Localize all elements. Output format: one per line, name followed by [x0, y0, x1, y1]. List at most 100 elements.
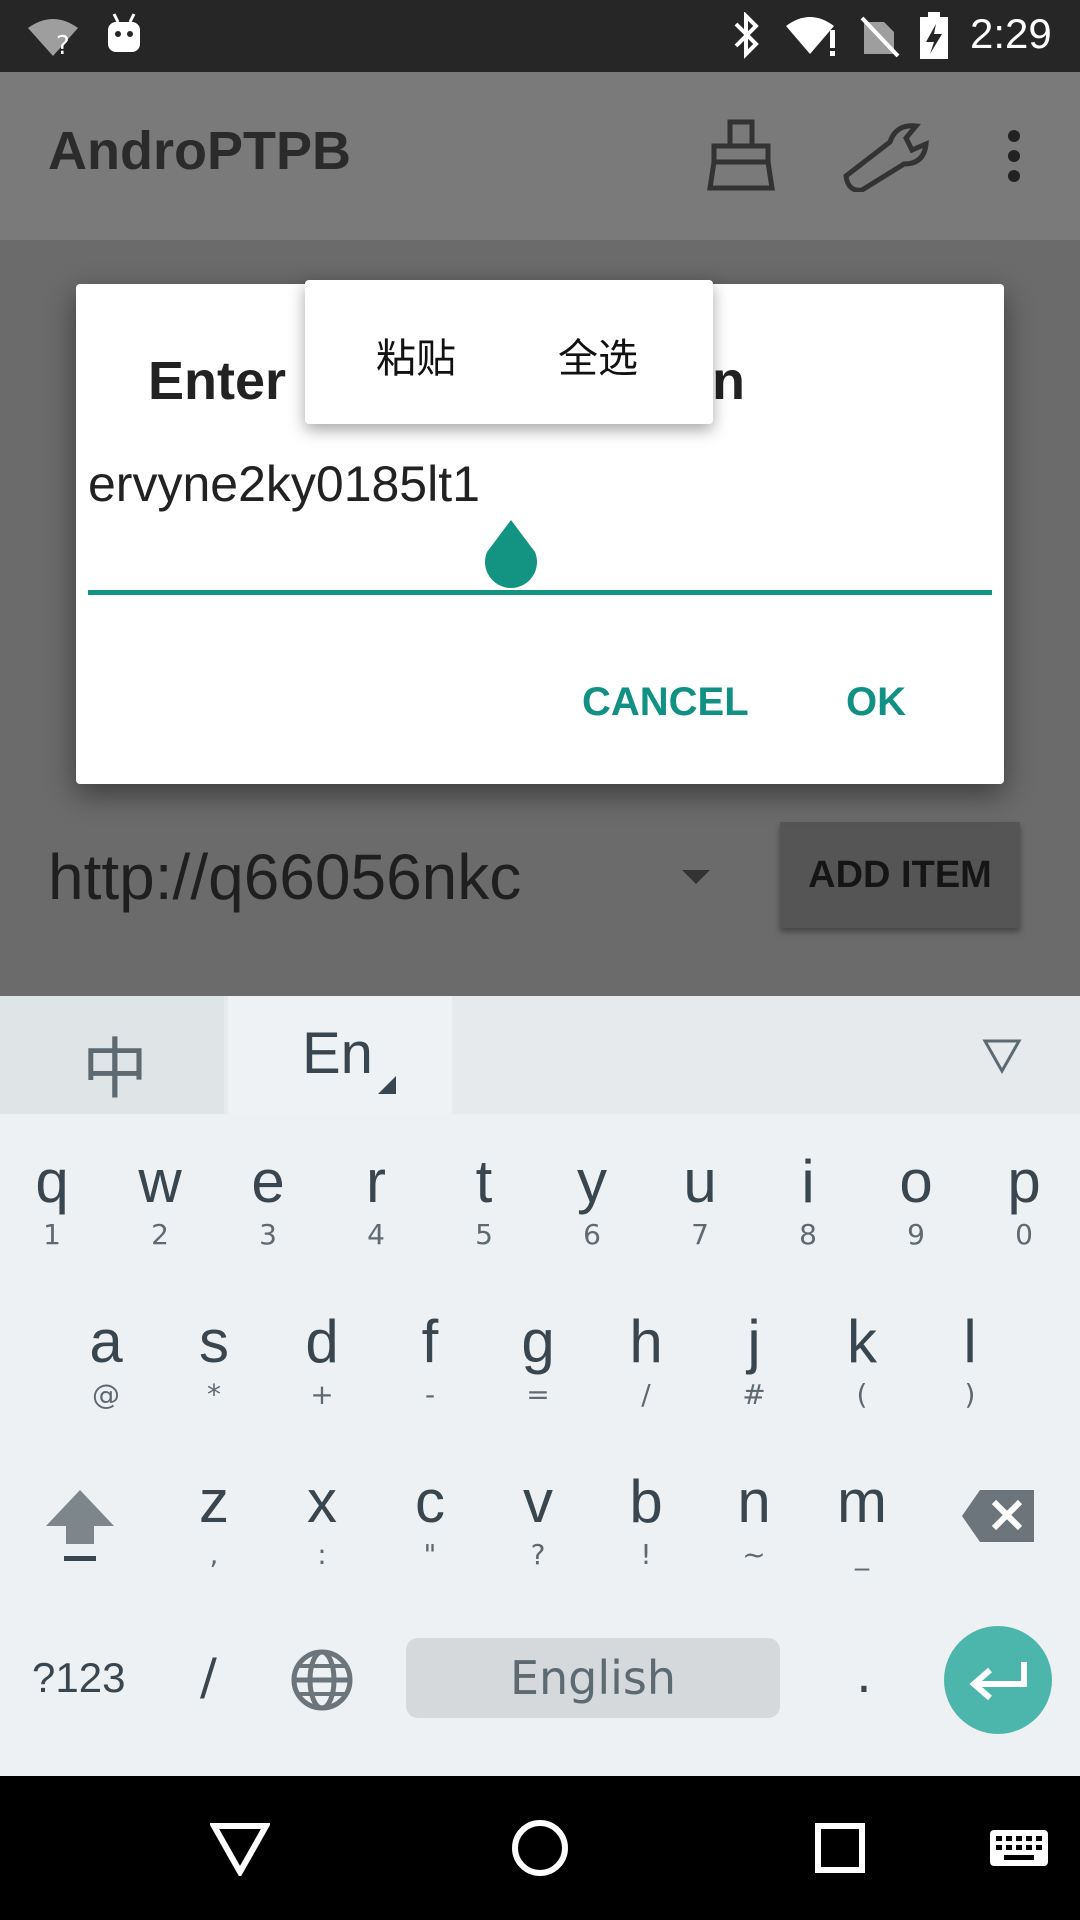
dropdown-arrow-icon[interactable]: [680, 868, 712, 886]
key-i[interactable]: i8: [758, 1150, 858, 1270]
key-label: w: [138, 1148, 182, 1215]
key-label: p: [1007, 1148, 1041, 1215]
key-n[interactable]: n ~: [704, 1470, 804, 1590]
key-m[interactable]: m _: [812, 1470, 912, 1590]
key-label: v: [523, 1468, 553, 1535]
key-label: e: [251, 1148, 285, 1215]
recents-icon[interactable]: [814, 1822, 866, 1874]
key-a[interactable]: a @: [56, 1310, 156, 1430]
key-secondary-label: @: [92, 1378, 120, 1411]
key-secondary-label: #: [742, 1378, 766, 1411]
key-x[interactable]: x:: [272, 1470, 372, 1590]
status-bar: ? 2:29: [0, 0, 1080, 72]
dialog-title-right: n: [712, 351, 745, 411]
key-label: q: [35, 1148, 69, 1215]
key-j[interactable]: j #: [704, 1310, 804, 1430]
key-secondary-label: 3: [259, 1218, 277, 1251]
key-t[interactable]: t5: [434, 1150, 534, 1270]
key-secondary-label: ?: [530, 1538, 546, 1571]
key-s[interactable]: s *: [164, 1310, 264, 1430]
key-r[interactable]: r4: [326, 1150, 426, 1270]
tab-english-label: En: [302, 1021, 373, 1086]
key-label: b: [629, 1468, 663, 1535]
no-sim-icon: [860, 16, 900, 58]
key-secondary-label: *: [207, 1378, 221, 1411]
paste-menu-item[interactable]: 粘贴: [376, 326, 456, 384]
period-key[interactable]: .: [856, 1646, 872, 1704]
key-z[interactable]: z,: [164, 1470, 264, 1590]
tab-chinese-label: 中: [82, 1031, 148, 1108]
key-label: i: [801, 1148, 815, 1215]
key-secondary-label: 0: [1015, 1218, 1033, 1251]
wrench-icon[interactable]: [840, 120, 934, 192]
key-g[interactable]: g =: [488, 1310, 588, 1430]
corner-indicator-icon: [378, 1076, 396, 1094]
globe-icon[interactable]: [290, 1648, 354, 1712]
key-secondary-label: 1: [43, 1218, 61, 1251]
cancel-button[interactable]: CANCEL: [582, 680, 749, 725]
key-w[interactable]: w2: [110, 1150, 210, 1270]
key-c[interactable]: c ": [380, 1470, 480, 1590]
text-action-popup: [305, 280, 713, 424]
key-e[interactable]: e3: [218, 1150, 318, 1270]
add-item-button[interactable]: ADD ITEM: [780, 822, 1020, 928]
key-y[interactable]: y6: [542, 1150, 642, 1270]
symbols-key[interactable]: ?123: [32, 1654, 125, 1702]
key-secondary-label: :: [317, 1538, 327, 1571]
key-secondary-label: 8: [799, 1218, 817, 1251]
key-b[interactable]: b!: [596, 1470, 696, 1590]
key-label: a: [89, 1308, 123, 1375]
key-o[interactable]: o9: [866, 1150, 966, 1270]
key-v[interactable]: v?: [488, 1470, 588, 1590]
space-key[interactable]: English: [406, 1638, 780, 1718]
key-d[interactable]: d +: [272, 1310, 372, 1430]
key-secondary-label: ,: [209, 1538, 219, 1571]
key-secondary-label: ): [964, 1378, 976, 1411]
text-cursor-handle-icon[interactable]: [480, 518, 542, 592]
hide-keyboard-icon[interactable]: [982, 1038, 1022, 1074]
keyboard-icon[interactable]: [988, 1828, 1050, 1868]
key-label: s: [199, 1308, 229, 1375]
key-secondary-label: ": [423, 1538, 437, 1571]
tab-chinese[interactable]: 中: [0, 996, 224, 1114]
bluetooth-icon: [734, 12, 759, 59]
key-label: n: [737, 1468, 771, 1535]
key-q[interactable]: q1: [2, 1150, 102, 1270]
key-p[interactable]: p0: [974, 1150, 1074, 1270]
key-secondary-label: /: [641, 1378, 651, 1411]
shift-icon[interactable]: [44, 1486, 116, 1564]
enter-key[interactable]: [944, 1626, 1052, 1734]
wifi-question-icon: ?: [28, 19, 78, 58]
key-secondary-label: 9: [907, 1218, 925, 1251]
wifi-alert-icon: [786, 17, 835, 56]
key-secondary-label: !: [640, 1538, 652, 1571]
key-k[interactable]: k(: [812, 1310, 912, 1430]
slash-key[interactable]: /: [200, 1648, 217, 1706]
key-f[interactable]: f-: [380, 1310, 480, 1430]
key-secondary-label: 4: [367, 1218, 385, 1251]
key-secondary-label: -: [424, 1378, 436, 1411]
select-all-menu-item[interactable]: 全选: [558, 326, 638, 384]
key-secondary-label: (: [856, 1378, 868, 1411]
home-icon[interactable]: [510, 1818, 570, 1878]
key-label: u: [683, 1148, 717, 1215]
overflow-menu-icon[interactable]: [1002, 128, 1026, 184]
key-l[interactable]: l): [920, 1310, 1020, 1430]
clear-brush-icon[interactable]: [706, 118, 778, 192]
dialog-text-input[interactable]: ervyne2ky0185lt1: [88, 455, 480, 513]
svg-text:?: ?: [56, 31, 70, 58]
backspace-icon[interactable]: [962, 1488, 1036, 1544]
key-u[interactable]: u7: [650, 1150, 750, 1270]
ok-button[interactable]: OK: [846, 680, 906, 725]
key-label: m: [837, 1468, 887, 1535]
key-label: r: [366, 1148, 386, 1215]
url-dropdown-value[interactable]: http://q66056nkc: [48, 840, 521, 914]
back-icon[interactable]: [210, 1822, 270, 1876]
key-h[interactable]: h /: [596, 1310, 696, 1430]
key-secondary-label: _: [855, 1538, 869, 1571]
key-label: j: [747, 1308, 761, 1375]
tab-english[interactable]: En: [228, 996, 452, 1114]
input-underline: [88, 590, 992, 595]
key-label: t: [475, 1148, 493, 1215]
key-label: c: [415, 1468, 445, 1535]
